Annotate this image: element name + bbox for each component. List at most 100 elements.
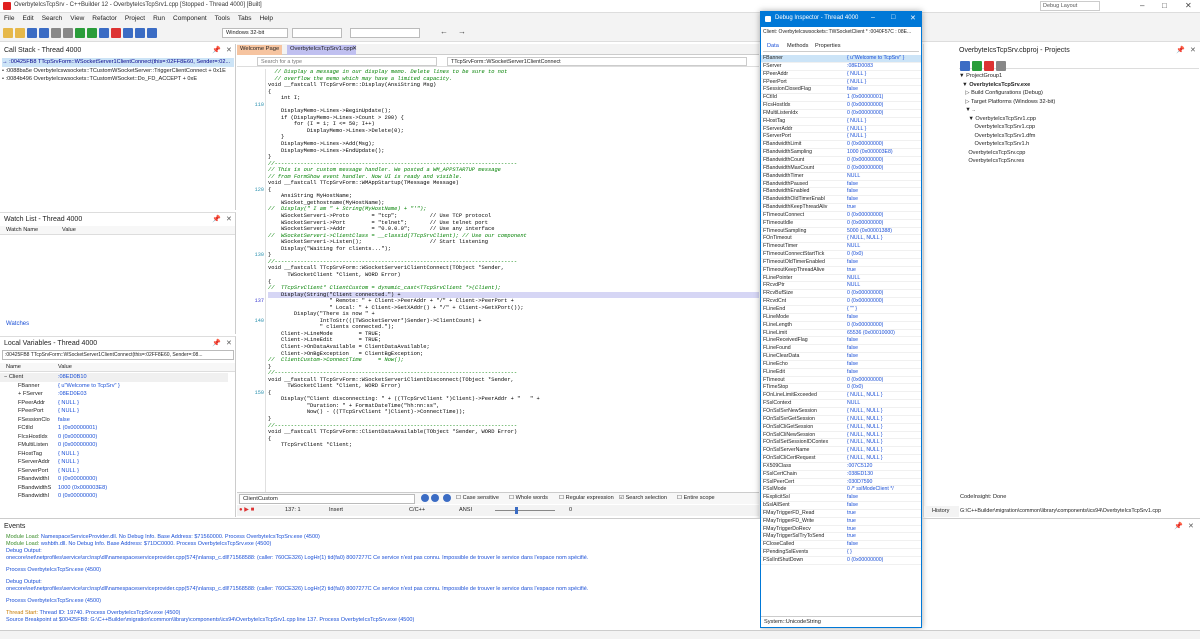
new-icon[interactable] (3, 28, 13, 38)
back-icon[interactable]: ← (440, 27, 448, 36)
sync-icon[interactable] (996, 61, 1006, 71)
code-line[interactable]: TTcpSrvClient *Client; (268, 442, 759, 449)
pause-icon[interactable] (99, 28, 109, 38)
watch-col-value[interactable]: Value (62, 227, 76, 233)
close-icon[interactable]: ✕ (1188, 522, 1194, 530)
locals-col-value[interactable]: Value (58, 364, 72, 370)
locals-row[interactable]: FCtlId 1 (0x00000001) (0, 424, 228, 433)
inspector-row[interactable]: FSessionClosedFlag false (761, 86, 921, 95)
locals-col-name[interactable]: Name (6, 364, 21, 370)
project-tree-item[interactable]: OverbyteIcsTcpSrv1.cpp (959, 123, 1199, 132)
inspector-row[interactable]: FMayTriggerSslTryToSend true (761, 533, 921, 542)
inspector-row[interactable]: FLineMode false (761, 314, 921, 322)
save-all-icon[interactable] (39, 28, 49, 38)
locals-row[interactable]: FBandwidthI 0 (0x00000000) (0, 492, 228, 501)
inspector-row[interactable]: FBandwidthTimer NULL (761, 173, 921, 181)
inspector-row[interactable]: FOnSslSvrGetSession { NULL, NULL } (761, 416, 921, 424)
inspector-row[interactable]: FMayTriggerFD_Read true (761, 510, 921, 518)
platform-combo[interactable]: Windows 32-bit (222, 28, 288, 38)
inspector-row[interactable]: FBandwidthLimit 0 (0x00000000) (761, 141, 921, 150)
inspector-row[interactable]: FTimeoutOldTimerEnabled false (761, 259, 921, 267)
inspector-row[interactable]: FTimeoutKeepThreadAlive true (761, 267, 921, 275)
run-icon[interactable] (75, 28, 85, 38)
inspector-row[interactable]: FX509Class:007C5120 (761, 463, 921, 471)
locals-row[interactable]: FMultiListen 0 (0x00000000) (0, 441, 228, 450)
inspector-row[interactable]: FOnTimeout { NULL, NULL } (761, 235, 921, 244)
tab-data[interactable]: Data (767, 43, 779, 49)
event-line[interactable]: Debug Output: (6, 548, 756, 555)
event-line[interactable]: onecore\net\netprofiles\service\src\nsp\… (6, 586, 756, 593)
inspector-row[interactable]: FPeerAddr { NULL } (761, 71, 921, 79)
menu-item-view[interactable]: View (66, 13, 88, 24)
inspector-row[interactable]: FTimeoutTimer NULL (761, 243, 921, 252)
find-all-icon[interactable] (443, 494, 451, 502)
maximize-icon[interactable]: □ (1162, 1, 1167, 10)
gutter-line[interactable] (237, 442, 264, 449)
event-line[interactable]: Module Load: wshbth.dll. No Debug Info. … (6, 541, 756, 548)
inspector-row[interactable]: FLineEdit false (761, 369, 921, 377)
inspector-row[interactable]: FLineEcho false (761, 361, 921, 369)
tab-methods[interactable]: Methods (787, 43, 808, 49)
watch-col-name[interactable]: Watch Name (6, 227, 38, 233)
event-line[interactable]: Debug Output: (6, 579, 756, 586)
tab-welcome[interactable]: Welcome Page (237, 45, 283, 55)
menu-item-tabs[interactable]: Tabs (234, 13, 256, 24)
inspector-row[interactable]: FBandwidthKeepThreadAliv true (761, 204, 921, 212)
run-to-cursor-icon[interactable] (147, 28, 157, 38)
layout-combo[interactable]: Debug Layout (1040, 1, 1100, 11)
inspector-row[interactable]: FMultiListenIdx 0 (0x00000000) (761, 110, 921, 118)
project-tree-item[interactable]: ▼ OverbyteIcsTcpSrv.exe (959, 81, 1199, 90)
locals-frame-combo[interactable]: :00425FB8 TTcpSrvForm::WSocketServer1Cli… (2, 350, 234, 360)
language[interactable]: C/C++ (409, 507, 425, 513)
project-tree-item[interactable]: ▼ ProjectGroup1 (959, 72, 1199, 81)
inspector-row[interactable]: FRcvdCnt 0 (0x00000000) (761, 298, 921, 306)
inspector-row[interactable]: FTimeoutIdle 0 (0x00000000) (761, 220, 921, 228)
forward-icon[interactable]: → (458, 27, 466, 36)
close-icon[interactable]: ✕ (1185, 1, 1192, 10)
inspector-row[interactable]: FOnSslSvrNewSession { NULL, NULL } (761, 408, 921, 416)
pin-icon[interactable]: 📌 (212, 339, 221, 347)
inspector-row[interactable]: FSslMode 0 /* sslModeClient */ (761, 486, 921, 495)
zoom-thumb[interactable] (515, 507, 518, 514)
inspector-row[interactable]: FMayTriggerDoRecv true (761, 526, 921, 534)
step-over-icon[interactable] (123, 28, 133, 38)
config-combo[interactable] (292, 28, 342, 38)
menu-item-edit[interactable]: Edit (18, 13, 37, 24)
event-line[interactable]: Thread Start: Thread ID: 19740. Process … (6, 610, 756, 617)
call-stack-row[interactable]: → :00425FB8 TTcpSrvForm::WSocketServer1C… (2, 58, 234, 67)
inspector-row[interactable]: FCtlId 1 (0x00000001) (761, 94, 921, 103)
history-tab[interactable]: History (924, 506, 959, 517)
add-icon[interactable] (972, 61, 982, 71)
record-icon[interactable]: ● ▶ ■ (239, 506, 254, 513)
call-stack-row[interactable]: • :0088ba5e OverbyteIcswsockets::TCustom… (2, 67, 234, 76)
menu-item-search[interactable]: Search (38, 13, 67, 24)
inspector-row[interactable]: FOnSslServerName { NULL, NULL } (761, 447, 921, 456)
inspector-row[interactable]: FLineFound false (761, 345, 921, 354)
opt-selection[interactable]: ☑ Search selection (619, 495, 667, 501)
pin-icon[interactable]: 📌 (212, 46, 221, 54)
inspector-row[interactable]: FOnSslCliGetSession { NULL, NULL } (761, 424, 921, 432)
menu-item-run[interactable]: Run (149, 13, 169, 24)
inspector-row[interactable]: FTimeoutConnect 0 (0x00000000) (761, 212, 921, 220)
inspector-row[interactable]: FOnSslCliNewSession { NULL, NULL } (761, 432, 921, 440)
project-tree-item[interactable]: ▼ OverbyteIcsTcpSrv1.cpp (959, 115, 1199, 124)
close-icon[interactable]: ✕ (910, 14, 916, 22)
locals-row[interactable]: FServerPort { NULL } (0, 467, 228, 476)
event-line[interactable]: Process OverbyteIcsTcpSrv.exe (4500) (6, 567, 756, 574)
inspector-row[interactable]: FTimeoutConnectStartTick 0 (0x0) (761, 251, 921, 259)
save-icon[interactable] (27, 28, 37, 38)
inspector-row[interactable]: FPendingSslEvents { } (761, 549, 921, 557)
remove-icon[interactable] (984, 61, 994, 71)
menu-item-component[interactable]: Component (169, 13, 211, 24)
inspector-row[interactable]: FLinePointer NULL (761, 275, 921, 283)
tab-source[interactable]: OverbyteIcsTcpSrv1.cpp (287, 45, 356, 55)
locals-row[interactable]: − Client:08ED0B10 (0, 373, 228, 382)
event-line[interactable]: Module Load: NamespaceServiceProvider.dl… (6, 534, 756, 541)
close-icon[interactable]: ✕ (226, 339, 232, 347)
inspector-row[interactable]: FSslIntShutDown 0 (0x00000000) (761, 557, 921, 565)
inspector-row[interactable]: FServerPort { NULL } (761, 133, 921, 142)
close-icon[interactable]: ✕ (226, 46, 232, 54)
inspector-row[interactable]: FMayTriggerFD_Write true (761, 518, 921, 526)
pin-icon[interactable]: 📌 (212, 215, 221, 223)
project-tree-item[interactable]: OverbyteIcsTcpSrv1.dfm (959, 132, 1199, 141)
